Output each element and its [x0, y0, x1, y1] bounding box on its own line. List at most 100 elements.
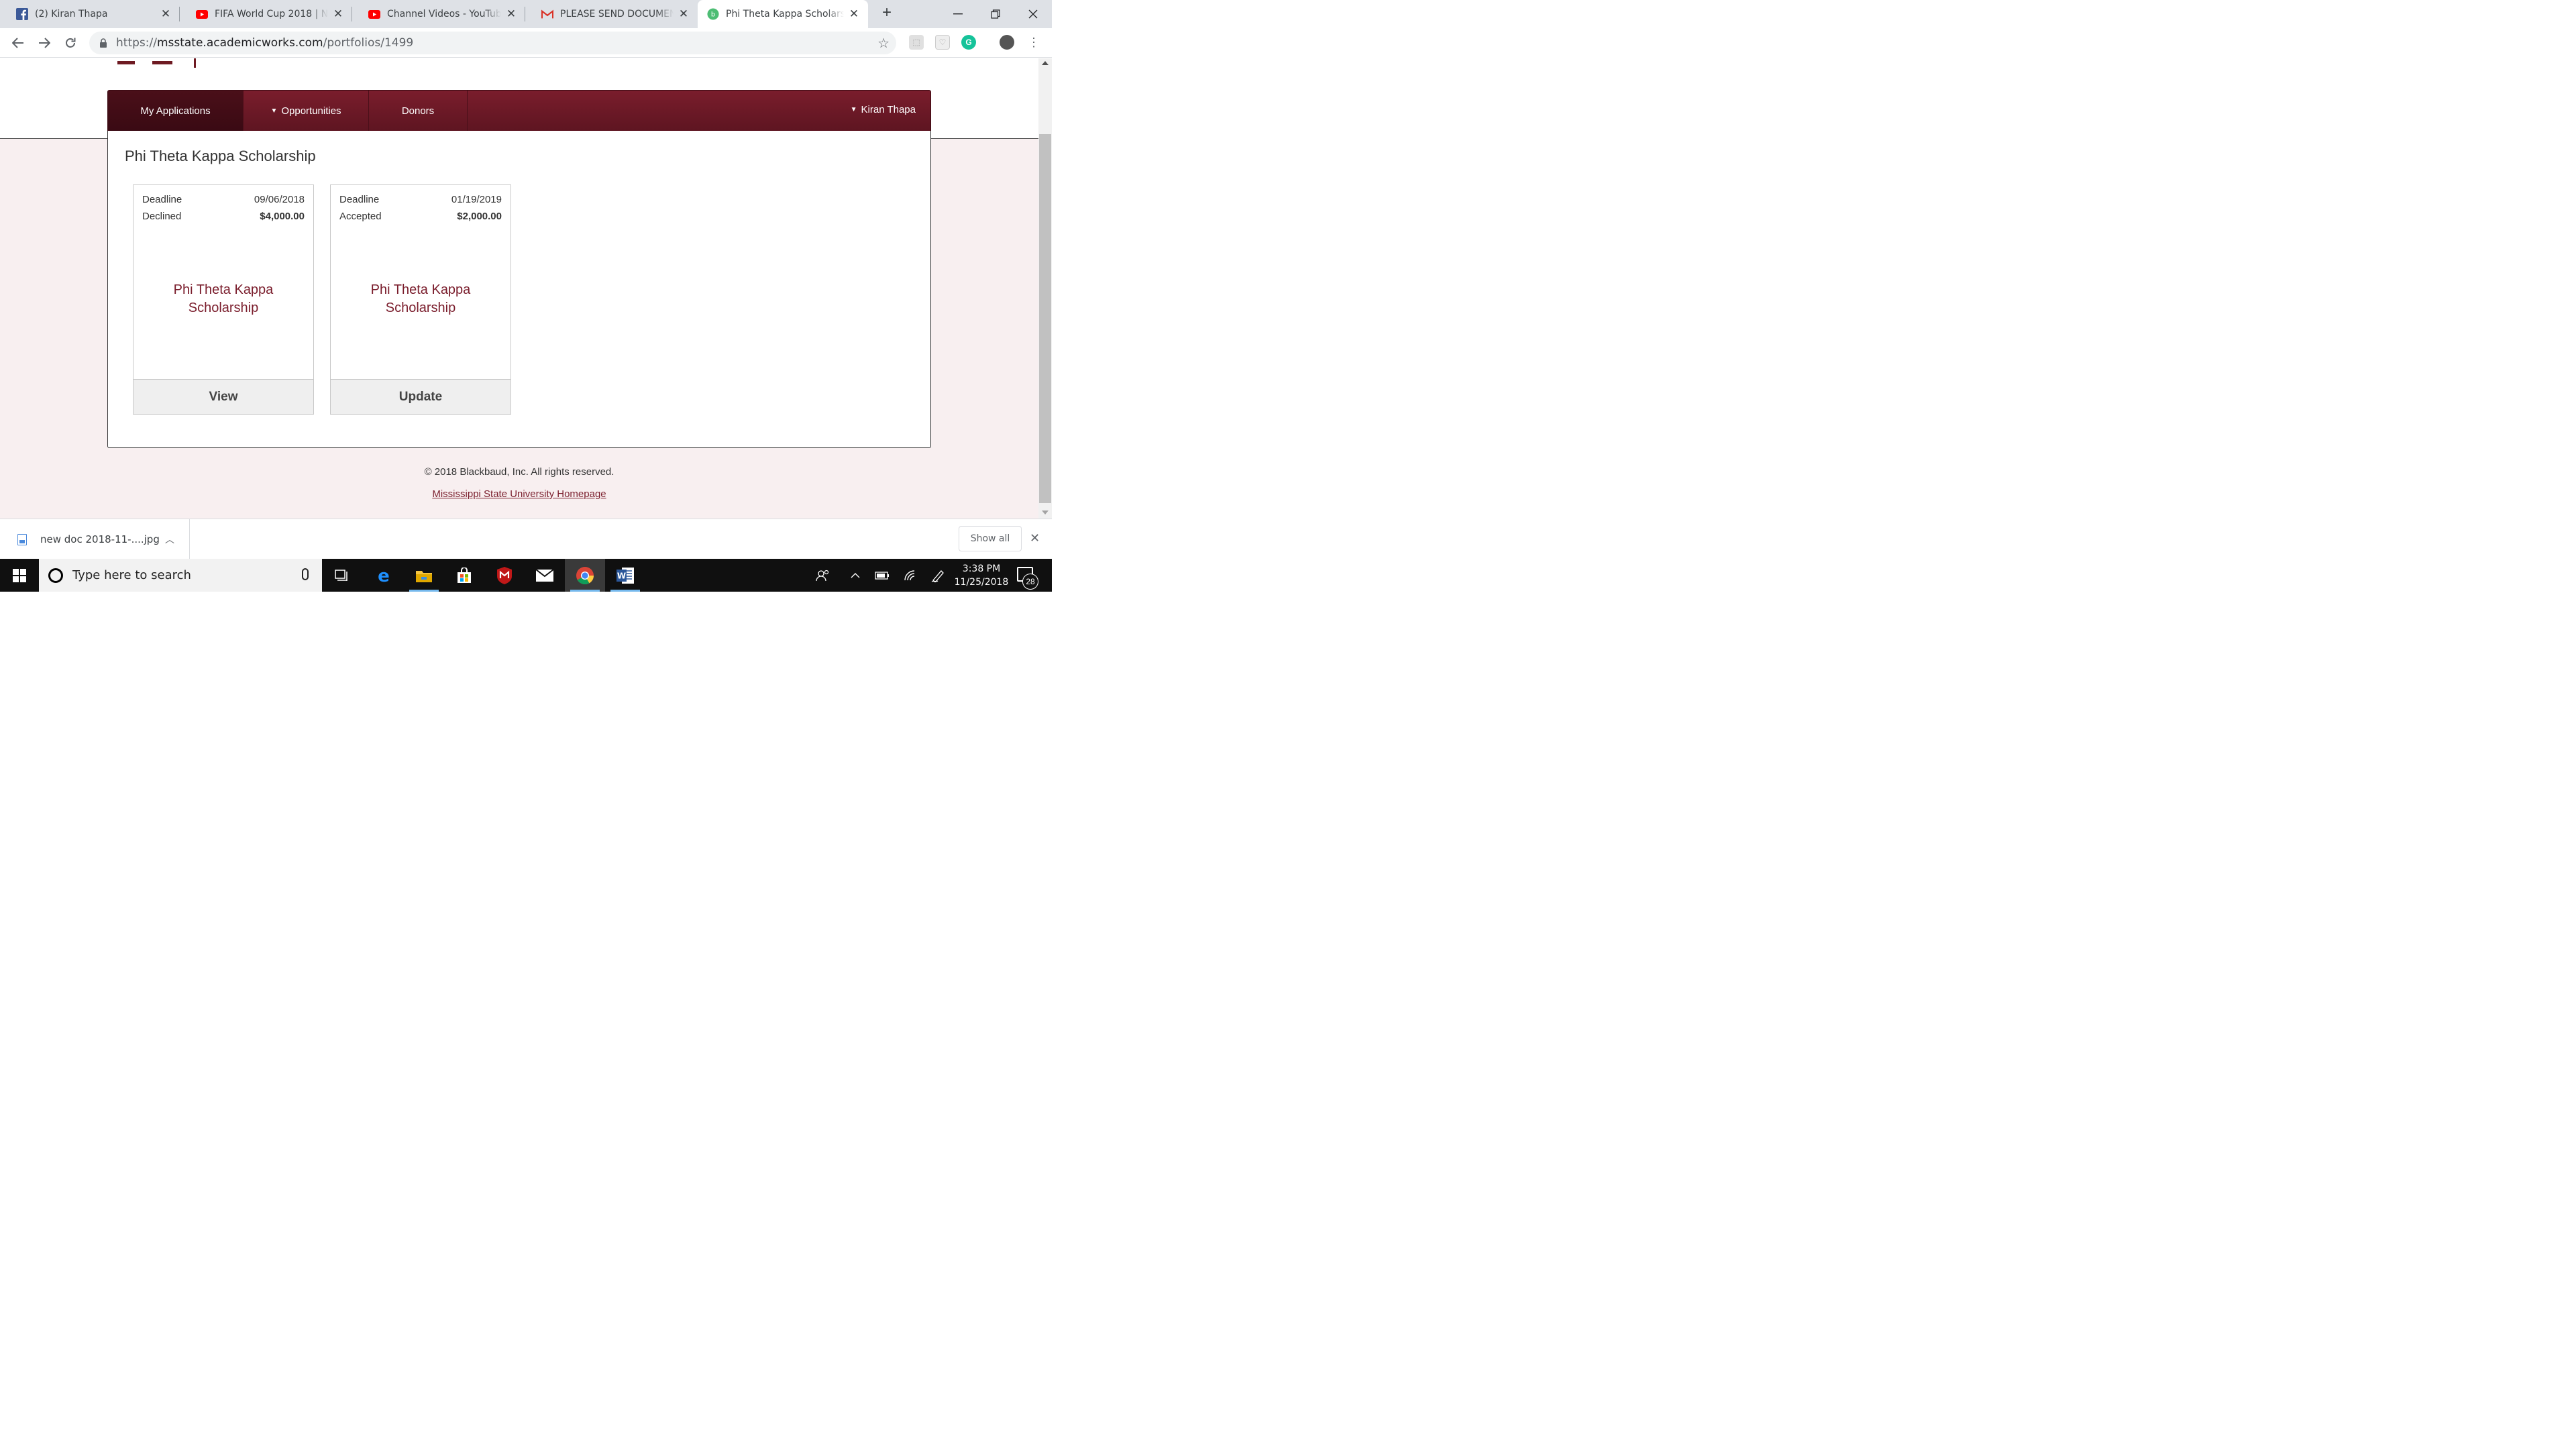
- download-bar: new doc 2018-11-....jpg ︿ Show all ✕: [0, 519, 1052, 559]
- profile-avatar[interactable]: [1000, 35, 1014, 50]
- svg-text:W: W: [617, 571, 626, 580]
- youtube-icon: [196, 8, 208, 20]
- pen-workspace-icon[interactable]: [928, 559, 949, 592]
- wifi-icon[interactable]: [900, 559, 920, 592]
- start-button[interactable]: [0, 559, 39, 592]
- browser-toolbar: https://msstate.academicworks.com/portfo…: [0, 28, 1052, 58]
- caret-down-icon: ▼: [850, 106, 857, 113]
- tab-title: FIFA World Cup 2018 | Nepal: [215, 9, 328, 19]
- nav-my-applications[interactable]: My Applications: [108, 91, 244, 131]
- word-icon[interactable]: W: [605, 559, 645, 592]
- scrollbar-thumb[interactable]: [1039, 134, 1051, 503]
- scroll-up-arrow-icon[interactable]: [1042, 61, 1049, 65]
- page-viewport: My Applications ▼ Opportunities Donors ▼ K…: [0, 58, 1038, 519]
- copyright-text: © 2018 Blackbaud, Inc. All rights reserv…: [424, 466, 614, 478]
- forward-button[interactable]: [35, 34, 54, 52]
- close-icon[interactable]: ✕: [160, 7, 172, 21]
- download-item[interactable]: new doc 2018-11-....jpg ︿: [0, 519, 190, 559]
- taskbar-search[interactable]: Type here to search: [39, 559, 322, 592]
- tab-title: PLEASE SEND DOCUMENTS: [560, 9, 674, 19]
- award-amount: $4,000.00: [260, 211, 305, 222]
- status-text: Declined: [142, 211, 182, 222]
- bookmark-star-icon[interactable]: ☆: [877, 35, 890, 52]
- image-file-icon: [17, 533, 27, 545]
- reload-button[interactable]: [61, 34, 80, 52]
- view-button[interactable]: View: [133, 379, 313, 414]
- people-icon[interactable]: [812, 559, 833, 592]
- new-tab-button[interactable]: +: [879, 5, 895, 21]
- scroll-down-arrow-icon[interactable]: [1042, 511, 1049, 515]
- close-icon[interactable]: ✕: [1030, 531, 1040, 545]
- pdf-extension-icon[interactable]: ⬚: [909, 35, 924, 50]
- file-explorer-icon[interactable]: [404, 559, 444, 592]
- microphone-icon[interactable]: [302, 568, 309, 580]
- windows-logo-icon: [13, 568, 26, 582]
- application-card: Deadline 01/19/2019 Accepted $2,000.00 P…: [330, 184, 511, 415]
- applications-panel: Phi Theta Kappa Scholarship Deadline 09/…: [107, 131, 931, 448]
- main-nav: My Applications ▼ Opportunities Donors ▼ K…: [107, 90, 931, 131]
- tab-gmail[interactable]: PLEASE SEND DOCUMENTS ✕: [525, 0, 698, 28]
- site-logo: [117, 58, 198, 68]
- browser-tab-strip: (2) Kiran Thapa ✕ FIFA World Cup 2018 | …: [0, 0, 1052, 28]
- update-button[interactable]: Update: [331, 379, 511, 414]
- close-icon[interactable]: ✕: [332, 7, 344, 21]
- tab-youtube-studio[interactable]: Channel Videos - YouTube Studio ✕: [352, 0, 525, 28]
- nav-donors[interactable]: Donors: [369, 91, 468, 131]
- svg-text:b: b: [711, 11, 715, 19]
- system-clock[interactable]: 3:38 PM 11/25/2018: [951, 562, 1012, 589]
- tab-facebook[interactable]: (2) Kiran Thapa ✕: [0, 0, 180, 28]
- tab-fifa[interactable]: FIFA World Cup 2018 | Nepal ✕: [180, 0, 352, 28]
- scholarship-name-link[interactable]: Phi Theta Kappa Scholarship: [133, 281, 313, 317]
- chevron-up-icon[interactable]: ︿: [165, 533, 174, 546]
- mail-icon[interactable]: [525, 559, 565, 592]
- pocket-extension-icon[interactable]: ♡: [935, 35, 950, 50]
- show-all-button[interactable]: Show all: [959, 526, 1022, 551]
- close-icon[interactable]: ✕: [505, 7, 517, 21]
- chrome-menu-icon[interactable]: ⋮: [1026, 35, 1041, 50]
- back-button[interactable]: [9, 34, 28, 52]
- award-amount: $2,000.00: [457, 211, 502, 222]
- task-view-icon[interactable]: [322, 559, 362, 592]
- page-scrollbar[interactable]: [1038, 58, 1052, 519]
- cortana-icon: [48, 568, 63, 583]
- user-name: Kiran Thapa: [861, 104, 916, 115]
- chrome-icon[interactable]: [565, 559, 605, 592]
- mcafee-icon[interactable]: [484, 559, 525, 592]
- scholarship-name-link[interactable]: Phi Theta Kappa Scholarship: [331, 281, 511, 317]
- academicworks-icon: b: [707, 8, 719, 20]
- url-text: https://msstate.academicworks.com/portfo…: [116, 36, 414, 50]
- close-window-button[interactable]: [1014, 0, 1052, 28]
- restore-button[interactable]: [977, 0, 1014, 28]
- close-icon[interactable]: ✕: [848, 7, 860, 21]
- facebook-icon: [16, 8, 28, 20]
- gmail-icon: [541, 8, 553, 20]
- deadline-date: 09/06/2018: [254, 194, 305, 205]
- address-bar[interactable]: https://msstate.academicworks.com/portfo…: [89, 32, 896, 54]
- edge-browser-icon[interactable]: e: [364, 559, 404, 592]
- tab-phi-theta-kappa[interactable]: b Phi Theta Kappa Scholarship ✕: [698, 0, 868, 28]
- chevron-up-icon[interactable]: [847, 559, 864, 592]
- download-filename: new doc 2018-11-....jpg: [40, 533, 160, 545]
- deadline-date: 01/19/2019: [451, 194, 502, 205]
- clock-date: 11/25/2018: [954, 577, 1009, 588]
- search-placeholder: Type here to search: [72, 568, 191, 582]
- lock-icon: [100, 38, 107, 48]
- user-menu[interactable]: ▼ Kiran Thapa: [851, 104, 916, 115]
- close-icon[interactable]: ✕: [678, 7, 690, 21]
- caret-down-icon: ▼: [270, 107, 278, 115]
- status-row: Declined $4,000.00: [142, 211, 305, 222]
- application-card: Deadline 09/06/2018 Declined $4,000.00 P…: [133, 184, 314, 415]
- nav-opportunities[interactable]: ▼ Opportunities: [244, 91, 369, 131]
- youtube-icon: [368, 8, 380, 20]
- deadline-row: Deadline 01/19/2019: [339, 194, 502, 205]
- clock-time: 3:38 PM: [962, 564, 1001, 574]
- grammarly-extension-icon[interactable]: G: [961, 35, 976, 50]
- microsoft-store-icon[interactable]: [444, 559, 484, 592]
- status-row: Accepted $2,000.00: [339, 211, 502, 222]
- battery-icon[interactable]: [872, 559, 892, 592]
- homepage-link[interactable]: Mississippi State University Homepage: [0, 488, 1038, 500]
- minimize-button[interactable]: [939, 0, 977, 28]
- deadline-row: Deadline 09/06/2018: [142, 194, 305, 205]
- tab-title: (2) Kiran Thapa: [35, 9, 108, 19]
- tab-title: Channel Videos - YouTube Studio: [387, 9, 501, 19]
